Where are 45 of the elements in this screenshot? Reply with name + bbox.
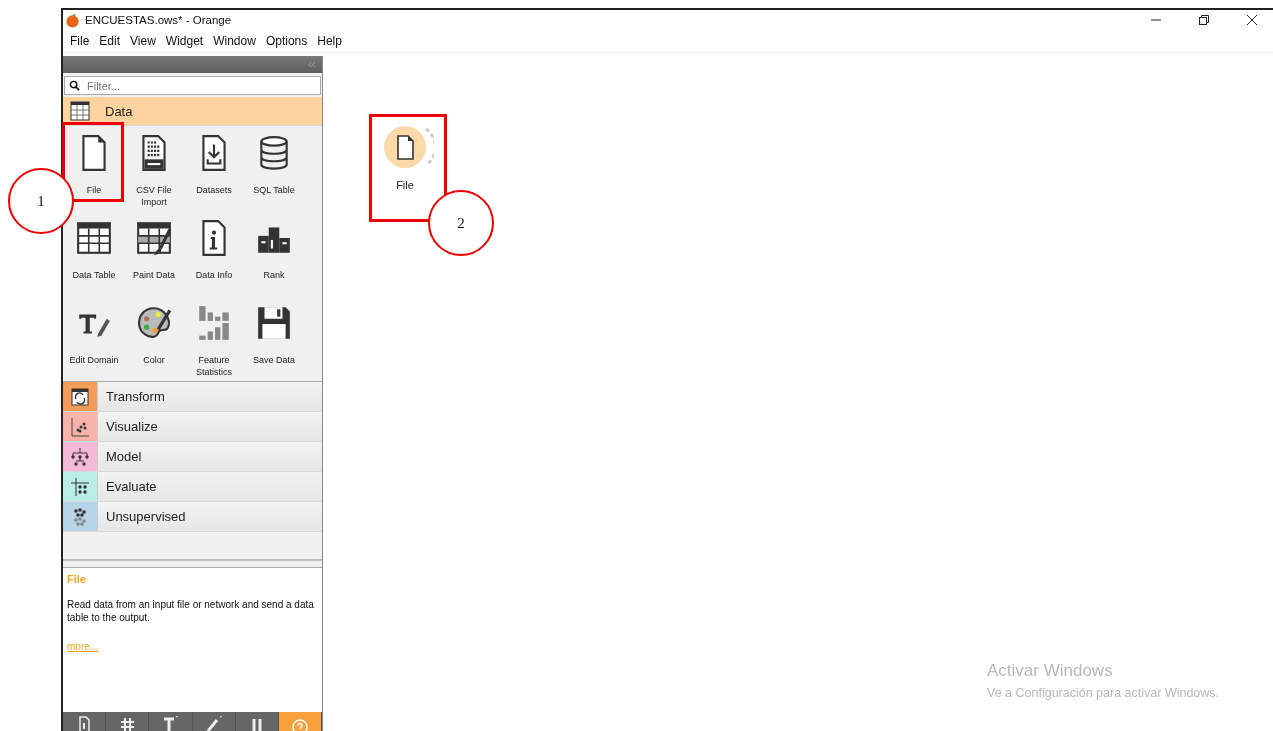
table-icon [75, 219, 113, 257]
refresh-icon [70, 386, 90, 407]
category-header[interactable]: Visualize [63, 412, 322, 442]
category-header[interactable]: Model [63, 442, 322, 472]
search-icon [69, 80, 80, 91]
widget-tile[interactable]: Feature Statistics [184, 296, 244, 381]
menu-item[interactable]: View [125, 34, 161, 48]
menu-item[interactable]: Window [208, 34, 261, 48]
category-header[interactable]: Data [63, 97, 322, 126]
scatter-plot-icon [70, 416, 90, 437]
menu-item[interactable]: Help [312, 34, 347, 48]
text-icon [161, 714, 180, 731]
menu-item[interactable]: Edit [94, 34, 126, 48]
menu-item[interactable]: File [65, 34, 95, 48]
menu-item[interactable]: Widget [160, 34, 209, 48]
widget-tile[interactable]: Data Info [184, 211, 244, 296]
widget-tile[interactable]: Save Data [244, 296, 304, 381]
widget-tile[interactable]: Paint Data [124, 211, 184, 296]
widget-tile[interactable]: Edit Domain [64, 296, 124, 381]
widget-tile[interactable]: Color [124, 296, 184, 381]
filter-field[interactable]: Filter... [64, 76, 321, 95]
description-text: Read data from an input file or network and send a data table to the output. [67, 598, 315, 624]
node-label: File [396, 179, 414, 191]
widget-tile[interactable]: Rank [244, 211, 304, 296]
activation-title: Activar Windows [987, 661, 1114, 681]
widget-tile[interactable]: CSV File Import [124, 126, 184, 211]
dot-grid-icon [70, 476, 90, 497]
restore-icon [1197, 14, 1210, 26]
table-icon [70, 101, 90, 121]
category-header[interactable]: Unsupervised [63, 502, 322, 532]
tree-icon [70, 446, 90, 467]
table-brush-icon [135, 219, 173, 257]
activation-text: Ve a Configuración para activar Windows. [987, 686, 1220, 700]
pencil-icon [204, 714, 223, 731]
menu-item[interactable]: Options [260, 34, 313, 48]
window-title: ENCUESTAS.ows* - Orange [85, 14, 232, 26]
app-icon [65, 12, 80, 28]
close-icon [1245, 14, 1258, 26]
description-title: File [67, 573, 87, 585]
category-header[interactable]: Transform [63, 382, 322, 412]
widget-tile[interactable]: Datasets [184, 126, 244, 211]
step-marker: 1 [8, 168, 74, 234]
widget-tile[interactable]: SQL Table [244, 126, 304, 211]
toolbar-button[interactable] [278, 712, 322, 731]
category-header[interactable]: Evaluate [63, 472, 322, 502]
